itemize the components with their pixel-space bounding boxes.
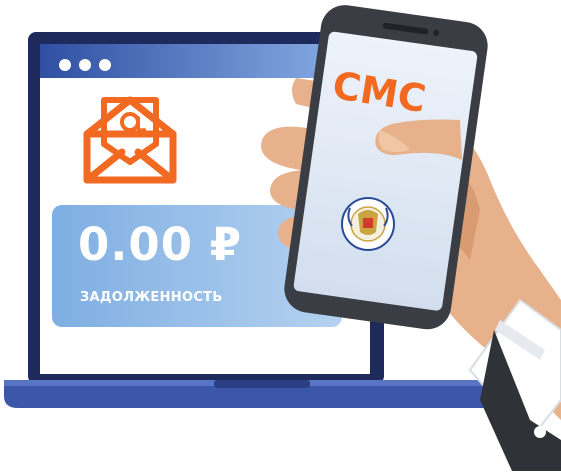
illustration-scene: 0.00 ₽ ЗАДОЛЖЕННОСТЬ СМС bbox=[0, 0, 561, 471]
window-dots-icon bbox=[59, 59, 111, 71]
laptop-base-notch bbox=[214, 380, 310, 388]
balance-label: ЗАДОЛЖЕННОСТЬ bbox=[80, 290, 223, 305]
cufflink bbox=[534, 426, 546, 438]
tax-service-emblem-icon bbox=[341, 197, 395, 251]
balance-amount: 0.00 ₽ bbox=[78, 218, 243, 271]
